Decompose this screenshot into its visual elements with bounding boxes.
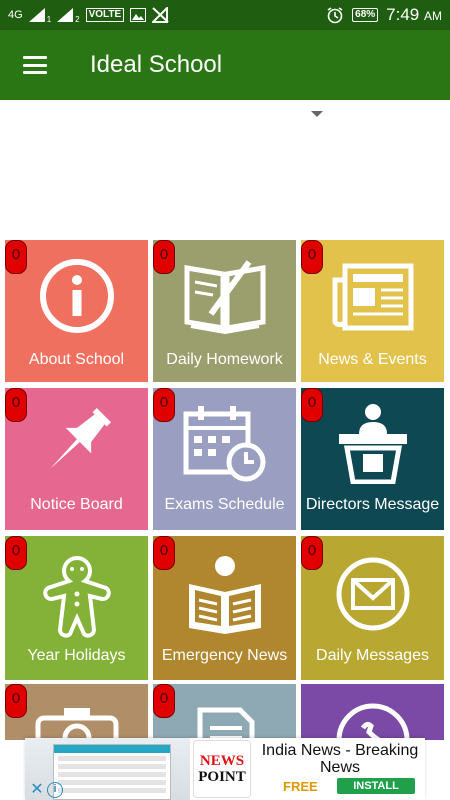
badge-count: 0 [5, 684, 27, 718]
tile-label: News & Events [318, 351, 427, 368]
tile-daily-homework[interactable]: 0 Daily Homework [153, 240, 296, 382]
tile-exams-schedule[interactable]: 0 Exams Schedule [153, 388, 296, 530]
tile-label: Directors Message [305, 496, 440, 513]
tile-directors-message[interactable]: 0 Directors Message [301, 388, 444, 530]
hamburger-menu-icon [23, 56, 47, 74]
tile-contact[interactable] [301, 684, 444, 740]
image-icon [130, 8, 147, 22]
badge-count: 0 [301, 536, 323, 570]
dropdown-arrow-icon[interactable] [311, 111, 323, 117]
newspaper-icon [332, 263, 413, 331]
signal-icon [28, 8, 45, 22]
badge-count: 0 [301, 388, 323, 422]
tile-label: Emergency News [161, 647, 288, 664]
close-icon[interactable]: ✕ [29, 782, 45, 798]
ad-app-logo: NEWS POINT [193, 740, 251, 798]
ad-logo-line1: NEWS [199, 753, 245, 769]
sim1-label: 1 [46, 14, 52, 24]
tile-notice-board[interactable]: 0 Notice Board [5, 388, 148, 530]
tile-daily-messages[interactable]: 0 Daily Messages [301, 536, 444, 680]
tile-gallery[interactable]: 0 [5, 684, 148, 740]
open-book-pencil-icon [184, 260, 265, 334]
status-bar: 4G 1 2 VOLTE 68% 7:49 AM [0, 0, 450, 30]
ad-install-button[interactable]: INSTALL [337, 778, 415, 794]
badge-count: 0 [153, 388, 175, 422]
network-type: 4G [8, 9, 23, 21]
badge-count: 0 [5, 388, 27, 422]
app-bar: Ideal School [0, 30, 450, 100]
tile-label: Daily Homework [166, 351, 283, 368]
badge-count: 0 [153, 240, 175, 274]
signal-icon [57, 8, 74, 22]
tile-year-holidays[interactable]: 0 Year Holidays [5, 536, 148, 680]
battery-indicator: 68% [352, 8, 379, 22]
info-icon[interactable]: i [47, 782, 63, 798]
menu-button[interactable] [0, 30, 70, 100]
speaker-podium-icon [338, 404, 407, 484]
gingerbread-man-icon [42, 556, 111, 638]
calendar-clock-icon [183, 406, 265, 482]
person-reading-news-icon [188, 556, 261, 634]
document-icon [197, 707, 254, 740]
clock-ampm: AM [424, 9, 442, 23]
sim2-label: 2 [75, 14, 80, 24]
tile-emergency-news[interactable]: 0 Emergency News [153, 536, 296, 680]
tile-documents[interactable]: 0 [153, 684, 296, 740]
tile-label: Exams Schedule [164, 496, 285, 513]
clock-time: 7:49 [386, 5, 420, 24]
ad-logo-line2: POINT [198, 769, 246, 785]
page-title: Ideal School [90, 51, 223, 78]
camera-icon [35, 708, 118, 740]
info-icon [39, 259, 114, 333]
ad-title: India News - Breaking News [261, 742, 419, 776]
envelope-icon [336, 557, 409, 631]
pushpin-icon [49, 408, 111, 469]
no-signal-icon [152, 7, 169, 23]
badge-count: 0 [153, 684, 175, 718]
clock: 7:49 AM [386, 5, 442, 25]
badge-count: 0 [153, 536, 175, 570]
tile-about-school[interactable]: 0 About School [5, 240, 148, 382]
tile-label: Daily Messages [316, 647, 429, 664]
badge-count: 0 [5, 536, 27, 570]
school-selector-dropdown[interactable] [0, 100, 450, 235]
badge-count: 0 [301, 240, 323, 274]
tile-label: Notice Board [30, 496, 123, 513]
tile-label: Year Holidays [27, 647, 126, 664]
tile-news-events[interactable]: 0 News & Events [301, 240, 444, 382]
ad-price: FREE [283, 779, 318, 794]
badge-count: 0 [5, 240, 27, 274]
tile-label: About School [28, 351, 125, 368]
alarm-icon [327, 7, 343, 24]
banner-ad[interactable]: ✕ i NEWS POINT India News - Breaking New… [25, 738, 425, 800]
volte-badge: VOLTE [85, 8, 125, 22]
phone-icon [336, 703, 409, 740]
